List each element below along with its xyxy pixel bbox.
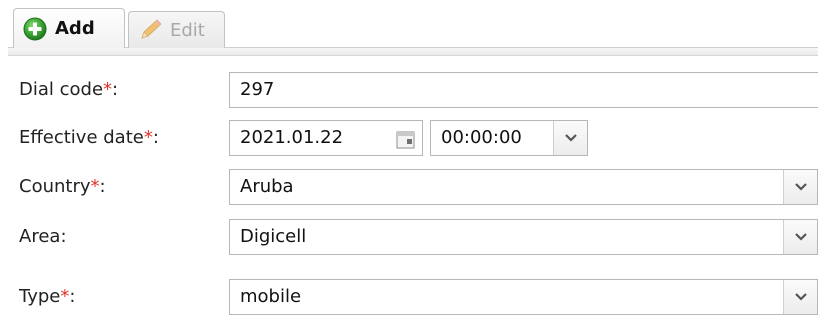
pencil-icon	[138, 18, 162, 42]
chevron-down-icon[interactable]	[553, 121, 587, 155]
tab-add[interactable]: Add	[13, 8, 125, 48]
type-label-text: Type	[19, 286, 61, 307]
type-label: Type*:	[19, 276, 75, 316]
effective-date-input[interactable]: 2021.01.22	[229, 120, 423, 156]
chevron-down-icon[interactable]	[783, 170, 817, 204]
country-label-text: Country	[19, 176, 91, 197]
country-select[interactable]: Aruba	[229, 169, 818, 205]
required-asterisk: *	[143, 127, 153, 148]
country-value: Aruba	[240, 176, 294, 197]
required-asterisk: *	[60, 286, 70, 307]
dial-code-label: Dial code*:	[19, 69, 118, 111]
required-asterisk: *	[90, 176, 100, 197]
tab-bar: Add Edit	[0, 0, 818, 58]
label-colon: :	[69, 286, 76, 307]
effective-time-value: 00:00:00	[441, 127, 522, 148]
dial-code-value: 297	[240, 79, 275, 100]
effective-date-value: 2021.01.22	[240, 127, 344, 148]
effective-time-select[interactable]: 00:00:00	[430, 120, 588, 156]
label-colon: :	[152, 127, 159, 148]
effective-date-label: Effective date*:	[19, 117, 159, 159]
label-colon: :	[60, 226, 67, 247]
chevron-down-icon[interactable]	[783, 220, 817, 254]
row-area: Area: Digicell	[0, 216, 818, 258]
area-label-text: Area	[19, 226, 61, 247]
area-select[interactable]: Digicell	[229, 219, 818, 255]
area-label: Area:	[19, 216, 67, 258]
dial-code-input[interactable]: 297	[229, 72, 818, 108]
label-colon: :	[99, 176, 106, 197]
form-panel: Add Edit Dial code*: 297 Effective date*…	[0, 0, 818, 316]
row-type: Type*: mobile	[0, 276, 818, 316]
row-effective-date: Effective date*: 2021.01.22 00:00:00	[0, 117, 818, 159]
label-colon: :	[112, 79, 119, 100]
tab-add-label: Add	[55, 18, 95, 39]
dial-code-label-text: Dial code	[19, 79, 104, 100]
country-label: Country*:	[19, 166, 106, 208]
required-asterisk: *	[103, 79, 113, 100]
effective-date-label-text: Effective date	[19, 127, 144, 148]
chevron-down-icon[interactable]	[783, 280, 817, 314]
plus-circle-icon	[23, 17, 47, 41]
tab-edit-label: Edit	[170, 19, 205, 41]
tab-bar-strip	[8, 48, 818, 56]
area-value: Digicell	[240, 226, 307, 247]
type-select[interactable]: mobile	[229, 279, 818, 315]
calendar-icon[interactable]	[396, 128, 416, 149]
tab-edit[interactable]: Edit	[128, 11, 225, 48]
row-dial-code: Dial code*: 297	[0, 69, 818, 111]
type-value: mobile	[240, 286, 302, 307]
row-country: Country*: Aruba	[0, 166, 818, 208]
